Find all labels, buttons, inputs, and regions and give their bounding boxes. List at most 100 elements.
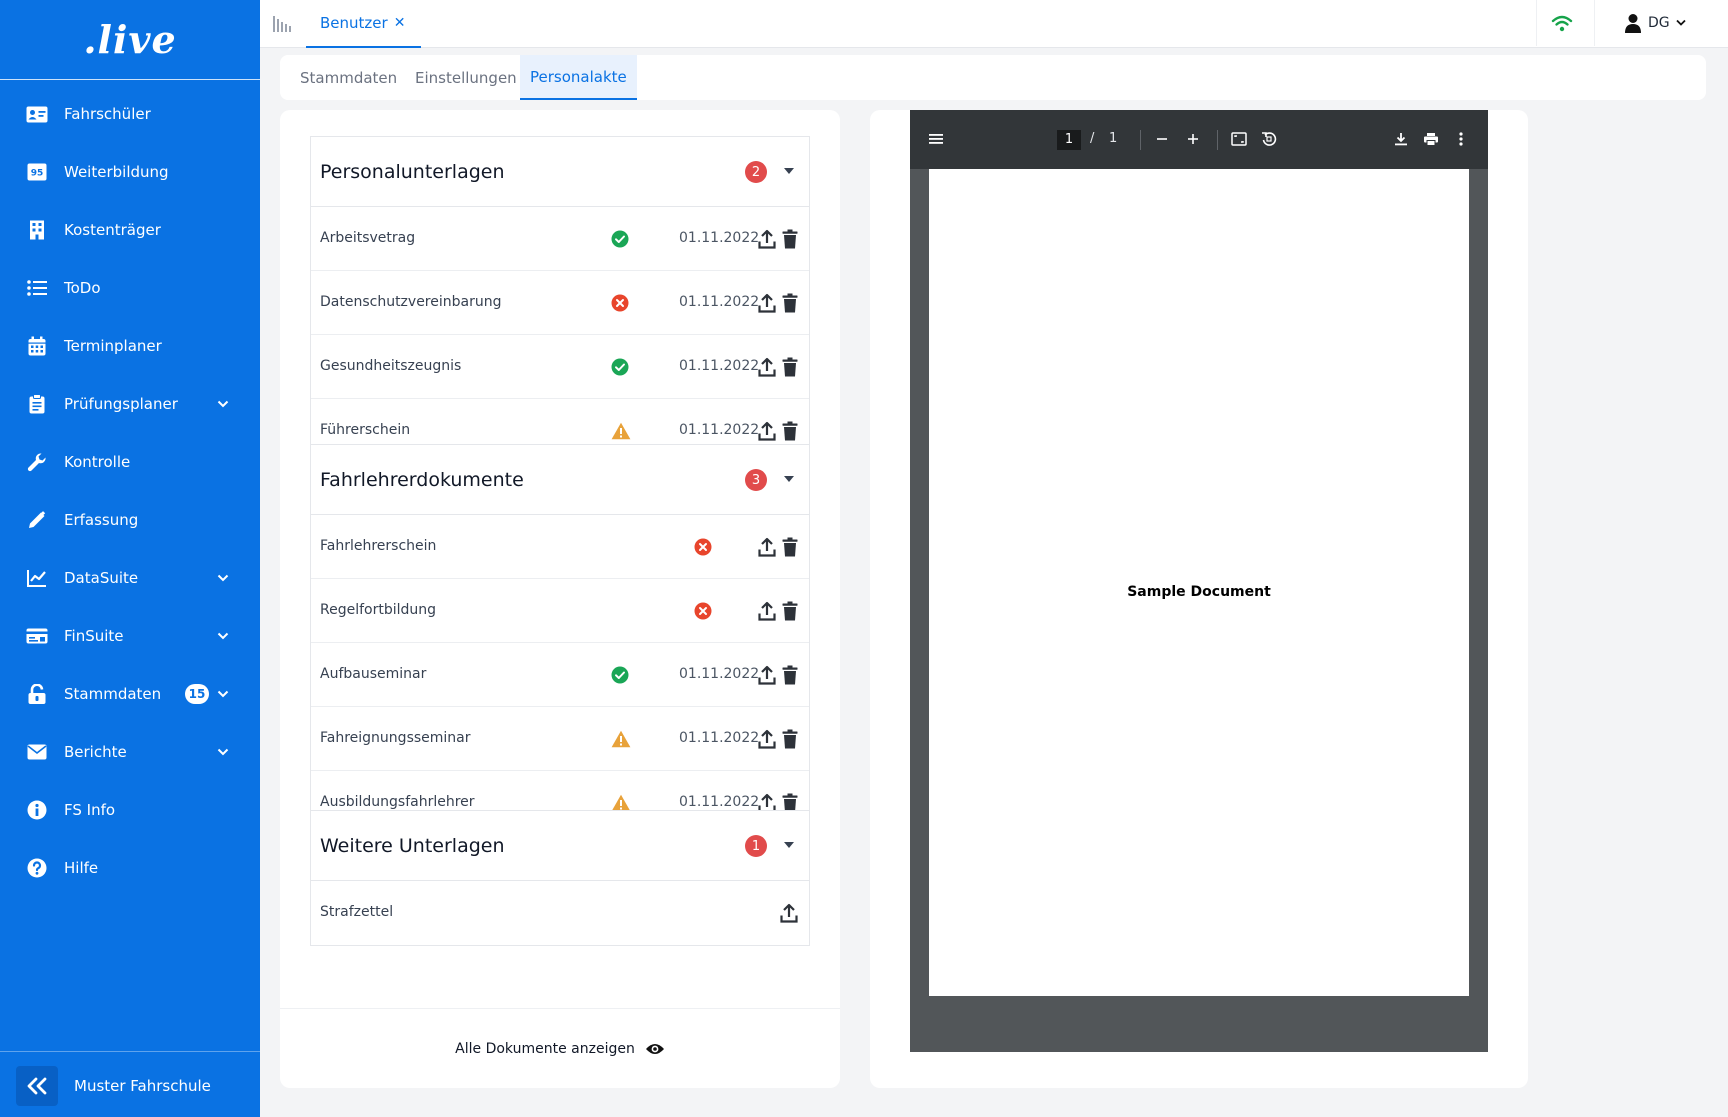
sidebar-item-erfassung[interactable]: Erfassung [0,491,260,549]
upload-icon[interactable] [758,229,776,249]
close-tab-icon[interactable]: ✕ [394,15,406,31]
document-date: 01.11.2022 [679,358,760,374]
print-icon[interactable] [1422,130,1440,148]
trash-icon[interactable] [782,357,798,377]
sidebar-item-datasuite[interactable]: DataSuite [0,549,260,607]
bar-chart-icon[interactable] [272,14,292,32]
caret-down-icon[interactable] [784,168,794,174]
trash-icon[interactable] [782,665,798,685]
sidebar-footer: Muster Fahrschule [0,1051,260,1117]
page-number-input[interactable]: 1 [1057,130,1081,150]
download-icon[interactable] [1392,130,1410,148]
missing-count-badge: 3 [745,469,767,491]
missing-count-badge: 2 [745,161,767,183]
trash-icon[interactable] [782,729,798,749]
tab-einstellungen[interactable]: Einstellungen [415,55,517,100]
sidebar-item-kostentraeger[interactable]: Kostenträger [0,201,260,259]
documents-list[interactable]: Personalunterlagen 2 Arbeitsvetrag 01.11.… [280,110,840,1008]
upload-icon[interactable] [758,537,776,557]
upload-icon[interactable] [758,293,776,313]
wrench-icon [26,451,48,473]
sidebar-item-terminplaner[interactable]: Terminplaner [0,317,260,375]
pdf-toolbar-divider [1140,130,1141,150]
more-vertical-icon[interactable] [1452,130,1470,148]
document-date: 01.11.2022 [679,666,760,682]
pdf-toolbar-divider [1217,130,1218,150]
sidebar-item-berichte[interactable]: Berichte [0,723,260,781]
x-circle-icon [694,538,712,556]
sidebar-item-label: Kontrolle [64,453,131,471]
document-date: 01.11.2022 [679,422,760,438]
chevron-down-icon[interactable] [216,397,230,411]
document-name: Fahrlehrerschein [320,538,437,554]
sidebar-item-stammdaten[interactable]: Stammdaten 15 [0,665,260,723]
menu-icon[interactable] [927,130,945,148]
document-row: Arbeitsvetrag 01.11.2022 [311,207,809,271]
document-row: Strafzettel [311,881,809,945]
trash-icon[interactable] [782,229,798,249]
sidebar-item-label: Hilfe [64,859,99,877]
chart-line-icon [26,567,48,589]
pdf-page: Sample Document [929,169,1469,996]
section-header[interactable]: Fahrlehrerdokumente 3 [311,445,809,515]
clipboard-icon [26,393,48,415]
badge-95-icon: 95 [26,161,48,183]
user-menu[interactable]: DG [1624,13,1686,33]
pencil-icon [26,509,48,531]
document-date: 01.11.2022 [679,294,760,310]
rotate-icon[interactable] [1260,130,1278,148]
upload-icon[interactable] [780,903,798,923]
caret-down-icon[interactable] [784,476,794,482]
sidebar-item-label: ToDo [64,279,101,297]
zoom-out-icon[interactable] [1153,130,1171,148]
lock-open-icon [26,683,48,705]
section-title: Fahrlehrerdokumente [320,469,524,491]
calendar-icon [26,335,48,357]
sidebar-item-label: FS Info [64,801,116,819]
upload-icon[interactable] [758,421,776,441]
collapse-sidebar-button[interactable] [16,1066,58,1106]
sidebar-item-label: Stammdaten [64,685,162,703]
upload-icon[interactable] [758,665,776,685]
upload-icon[interactable] [758,357,776,377]
tab-personalakte[interactable]: Personalakte [520,55,637,100]
trash-icon[interactable] [782,293,798,313]
fit-page-icon[interactable] [1230,130,1248,148]
trash-icon[interactable] [782,537,798,557]
caret-down-icon[interactable] [784,842,794,848]
tab-stammdaten[interactable]: Stammdaten [300,55,397,100]
section-header[interactable]: Personalunterlagen 2 [311,137,809,207]
chevron-down-icon[interactable] [216,745,230,759]
show-all-documents-button[interactable]: Alle Dokumente anzeigen [280,1008,840,1088]
sidebar-item-hilfe[interactable]: Hilfe [0,839,260,897]
trash-icon[interactable] [782,601,798,621]
tab-benutzer[interactable]: Benutzer ✕ [306,0,422,48]
upload-icon[interactable] [758,729,776,749]
sidebar-item-todo[interactable]: ToDo [0,259,260,317]
page-total: 1 [1109,131,1118,146]
trash-icon[interactable] [782,421,798,441]
sidebar-item-weiterbildung[interactable]: 95 Weiterbildung [0,143,260,201]
upload-icon[interactable] [758,601,776,621]
page-separator: / [1090,131,1095,146]
sidebar-item-fahrschueler[interactable]: Fahrschüler [0,85,260,143]
chevron-down-icon[interactable] [216,571,230,585]
chevron-down-icon[interactable] [216,687,230,701]
section-title: Weitere Unterlagen [320,835,505,857]
document-row: Fahreignungsseminar 01.11.2022 [311,707,809,771]
list-icon [26,277,48,299]
x-circle-icon [694,602,712,620]
pdf-toolbar: 1 / 1 [910,110,1488,169]
school-name[interactable]: Muster Fahrschule [74,1077,211,1095]
section-header[interactable]: Weitere Unterlagen 1 [311,811,809,881]
brand-logo[interactable]: .live [0,0,260,80]
chevron-down-icon[interactable] [216,629,230,643]
building-icon [26,219,48,241]
tab-benutzer-label: Benutzer [320,14,388,32]
sidebar-item-fs-info[interactable]: FS Info [0,781,260,839]
document-date: 01.11.2022 [679,230,760,246]
sidebar-item-kontrolle[interactable]: Kontrolle [0,433,260,491]
sidebar-item-finsuite[interactable]: FinSuite [0,607,260,665]
sidebar-item-pruefungsplaner[interactable]: Prüfungsplaner [0,375,260,433]
zoom-in-icon[interactable] [1184,130,1202,148]
